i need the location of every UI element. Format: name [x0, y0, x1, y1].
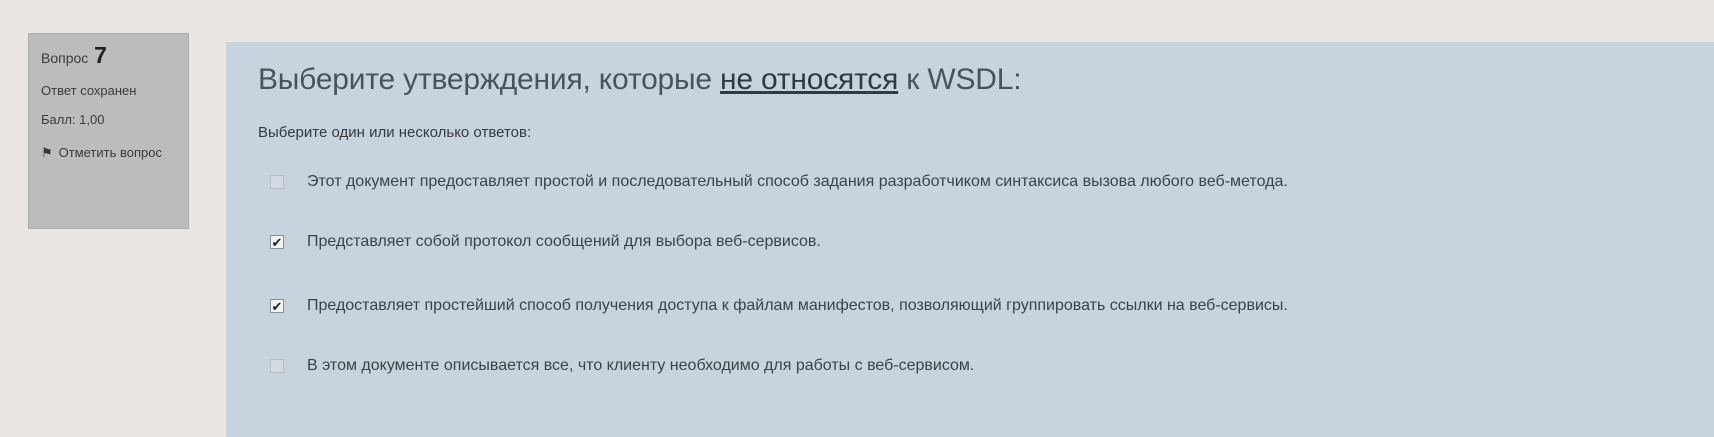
question-points: Балл: 1,00: [41, 112, 105, 127]
flag-icon: ⚑: [41, 145, 53, 160]
question-text-part1: Выберите утверждения, которые: [258, 63, 721, 96]
answer-option-label-2: Представляет собой протокол сообщений дл…: [307, 233, 821, 250]
flag-question-link[interactable]: ⚑ Отметить вопрос: [41, 141, 178, 164]
check-icon: ✔: [271, 234, 283, 250]
answer-option-1[interactable]: Этот документ предоставляет простой и по…: [270, 173, 1288, 191]
question-info-panel: Вопрос 7 Ответ сохранен Балл: 1,00 ⚑ Отм…: [28, 33, 189, 229]
answer-checkbox-2[interactable]: ✔: [270, 235, 284, 249]
answer-option-label-1: Этот документ предоставляет простой и по…: [307, 173, 1288, 190]
check-icon: ✔: [271, 298, 283, 314]
question-label: Вопрос: [41, 50, 89, 66]
answer-prompt: Выберите один или несколько ответов:: [258, 124, 532, 141]
flag-question-label: Отметить вопрос: [58, 145, 162, 160]
answer-status: Ответ сохранен: [41, 83, 137, 98]
answer-option-2[interactable]: ✔ Представляет собой протокол сообщений …: [270, 233, 821, 251]
question-content: Выберите утверждения, которые не относят…: [226, 42, 1714, 437]
answer-checkbox-4[interactable]: [270, 359, 284, 373]
answer-option-label-4: В этом документе описывается все, что кл…: [307, 357, 975, 374]
question-text-underlined: не относятся: [720, 63, 899, 96]
answer-option-label-3: Предоставляет простейший способ получени…: [307, 297, 1288, 314]
answer-checkbox-1[interactable]: [270, 175, 284, 189]
answer-option-3[interactable]: ✔ Предоставляет простейший способ получе…: [270, 297, 1288, 315]
question-number-row: Вопрос 7: [41, 44, 178, 69]
question-text: Выберите утверждения, которые не относят…: [258, 60, 1714, 100]
answer-checkbox-3[interactable]: ✔: [270, 299, 284, 313]
answer-option-4[interactable]: В этом документе описывается все, что кл…: [270, 357, 974, 375]
question-number: 7: [94, 42, 107, 68]
question-text-part2: к WSDL:: [898, 63, 1022, 96]
